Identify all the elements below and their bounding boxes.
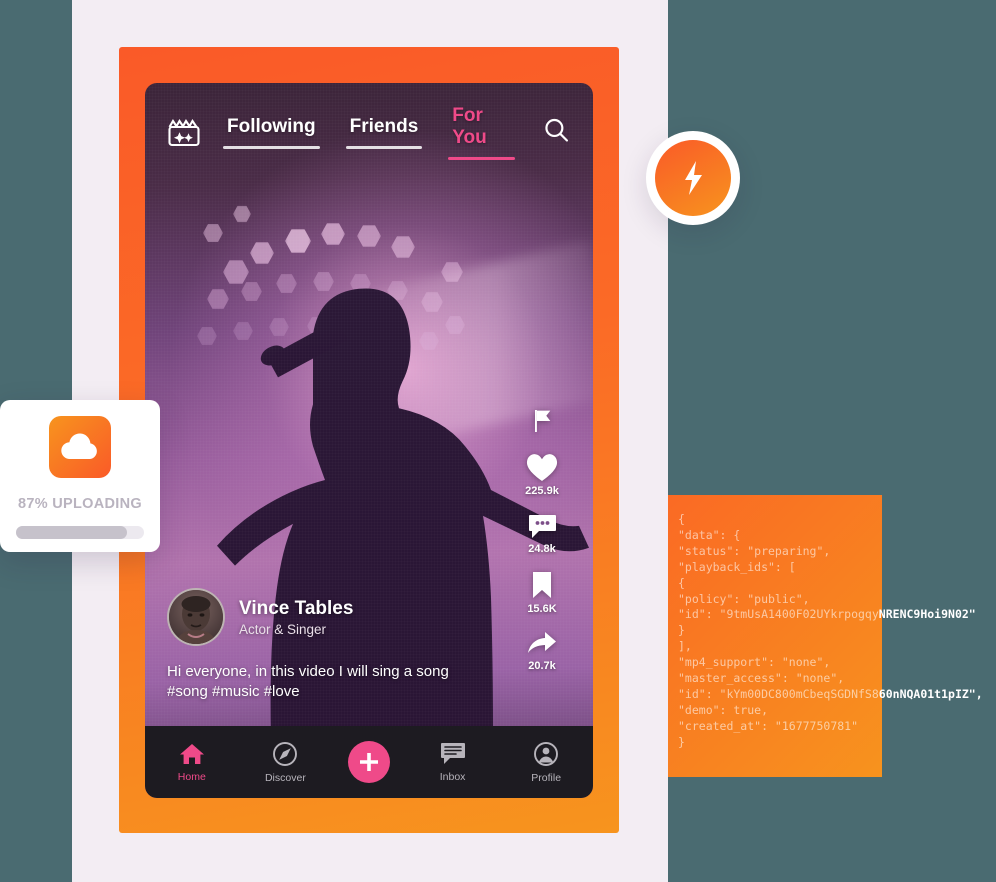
avatar[interactable] bbox=[167, 588, 225, 647]
home-icon bbox=[179, 743, 204, 764]
bokeh-hexagon bbox=[207, 289, 229, 309]
author-role: Actor & Singer bbox=[239, 621, 327, 637]
tab-friends[interactable]: Friends bbox=[345, 116, 423, 149]
bokeh-hexagon bbox=[307, 317, 327, 335]
bokeh-hexagon bbox=[391, 236, 415, 258]
bottom-nav-discover[interactable]: Discover bbox=[254, 741, 316, 784]
bokeh-hexagon bbox=[357, 225, 381, 247]
upload-progress-bar bbox=[16, 526, 144, 539]
cloud-upload-icon bbox=[49, 416, 111, 478]
bookmark-icon bbox=[532, 572, 551, 598]
upload-progress-fill bbox=[16, 526, 128, 539]
bokeh-hexagon bbox=[313, 272, 334, 291]
action-rail: 225.9k 24.8k 15.6K 20.7k bbox=[513, 408, 571, 688]
phone-screen: Following Friends For You 225.9k 24.8k 1… bbox=[145, 83, 593, 798]
bottom-nav-home[interactable]: Home bbox=[161, 742, 223, 783]
share-count: 20.7k bbox=[528, 660, 556, 672]
bookmark-count: 15.6K bbox=[527, 603, 557, 615]
compass-icon bbox=[273, 741, 298, 766]
tab-following[interactable]: Following bbox=[223, 116, 320, 149]
share-icon bbox=[528, 632, 556, 653]
like-count: 225.9k bbox=[525, 485, 559, 497]
top-navigation: Following Friends For You bbox=[145, 105, 593, 160]
share-button[interactable]: 20.7k bbox=[527, 631, 557, 672]
post-info: Vince Tables Actor & Singer Hi everyone,… bbox=[167, 588, 517, 702]
phone-frame: Following Friends For You 225.9k 24.8k 1… bbox=[119, 47, 619, 833]
author-name: Vince Tables bbox=[239, 597, 354, 619]
bokeh-hexagon bbox=[197, 327, 217, 345]
create-button[interactable] bbox=[347, 741, 390, 783]
bottom-nav-inbox[interactable]: Inbox bbox=[422, 741, 484, 783]
bottom-nav-profile-label: Profile bbox=[531, 771, 562, 784]
tab-following-label: Following bbox=[227, 116, 316, 137]
upload-status-text: 87% UPLOADING bbox=[18, 496, 142, 512]
bottom-nav-discover-label: Discover bbox=[264, 771, 306, 784]
search-icon[interactable] bbox=[541, 115, 571, 151]
film-clapper-icon[interactable] bbox=[167, 118, 201, 148]
author-row[interactable]: Vince Tables Actor & Singer bbox=[167, 588, 517, 647]
comment-count: 24.8k bbox=[528, 543, 556, 555]
bokeh-hexagon bbox=[285, 229, 311, 253]
bokeh-hexagon bbox=[250, 242, 274, 264]
bottom-navigation: Home Discover Inbox Profile bbox=[145, 726, 593, 798]
bottom-nav-profile[interactable]: Profile bbox=[515, 741, 577, 784]
bokeh-hexagon bbox=[321, 223, 345, 245]
tab-underline bbox=[448, 157, 515, 160]
profile-icon bbox=[534, 741, 559, 766]
flag-button[interactable] bbox=[529, 408, 555, 437]
inbox-icon bbox=[440, 743, 465, 764]
bokeh-hexagon bbox=[233, 322, 253, 340]
caption-line-1: Hi everyone, in this video I will sing a… bbox=[167, 663, 449, 681]
post-caption: Hi everyone, in this video I will sing a… bbox=[167, 662, 517, 702]
lightning-badge-inner bbox=[655, 140, 731, 216]
bokeh-hexagon bbox=[276, 274, 297, 293]
bokeh-hexagon bbox=[223, 260, 249, 284]
upload-status-card: 87% UPLOADING bbox=[0, 400, 160, 552]
caption-line-2: #song #music #love bbox=[167, 683, 300, 701]
comment-button[interactable]: 24.8k bbox=[528, 513, 557, 555]
bottom-nav-home-label: Home bbox=[177, 770, 206, 783]
bokeh-hexagon bbox=[241, 282, 262, 301]
bokeh-hexagon bbox=[233, 205, 251, 223]
bottom-nav-inbox-label: Inbox bbox=[439, 771, 466, 783]
lightning-bolt-icon bbox=[685, 161, 702, 195]
plus-icon bbox=[359, 753, 378, 771]
api-response-code: {"data": {"status": "preparing", "playbac… bbox=[678, 512, 983, 749]
tab-for-you-label: For You bbox=[452, 105, 487, 148]
heart-icon bbox=[526, 454, 558, 481]
bookmark-button[interactable]: 15.6K bbox=[527, 571, 557, 615]
tab-for-you[interactable]: For You bbox=[448, 105, 515, 160]
tab-friends-label: Friends bbox=[349, 116, 419, 137]
flag-icon bbox=[535, 410, 551, 432]
tab-underline bbox=[223, 146, 320, 149]
bokeh-hexagon bbox=[203, 224, 223, 242]
like-button[interactable]: 225.9k bbox=[525, 453, 559, 497]
lightning-badge bbox=[646, 131, 740, 225]
tab-underline bbox=[345, 146, 423, 149]
bokeh-hexagon bbox=[269, 318, 289, 336]
comment-icon bbox=[528, 515, 556, 538]
